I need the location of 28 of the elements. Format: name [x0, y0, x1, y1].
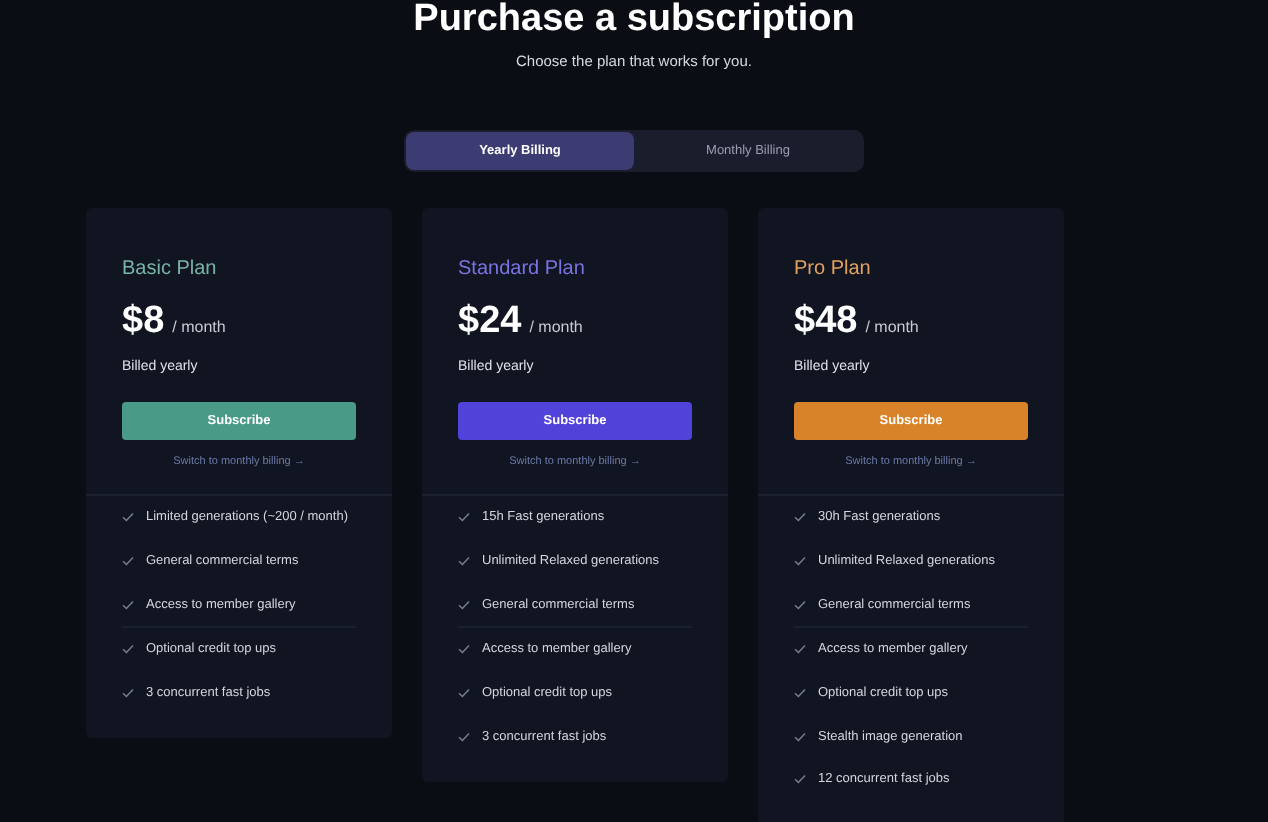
check-icon	[794, 688, 806, 699]
page-title: Purchase a subscription	[413, 0, 855, 40]
check-icon	[458, 688, 470, 699]
plan-price: $48	[794, 300, 858, 344]
check-icon	[122, 512, 134, 523]
plan-name: Standard Plan	[458, 258, 585, 282]
check-icon	[458, 556, 470, 567]
plan-name: Pro Plan	[794, 258, 871, 282]
check-icon	[458, 512, 470, 523]
plan-price: $8	[122, 300, 165, 344]
check-icon	[458, 731, 470, 742]
check-icon	[794, 556, 806, 567]
check-icon	[794, 731, 806, 742]
price-period: / month	[172, 316, 226, 340]
check-icon	[794, 644, 806, 655]
price-period: / month	[865, 316, 919, 340]
check-icon	[458, 644, 470, 655]
check-icon	[122, 688, 134, 699]
plan-name: Basic Plan	[122, 258, 217, 282]
plan-price: $24	[458, 300, 522, 344]
check-icon	[458, 599, 470, 610]
check-icon	[122, 556, 134, 567]
check-icon	[122, 644, 134, 655]
check-icon	[794, 512, 806, 523]
check-icon	[794, 599, 806, 610]
price-period: / month	[529, 316, 583, 340]
check-icon	[794, 774, 806, 785]
check-icon	[122, 599, 134, 610]
